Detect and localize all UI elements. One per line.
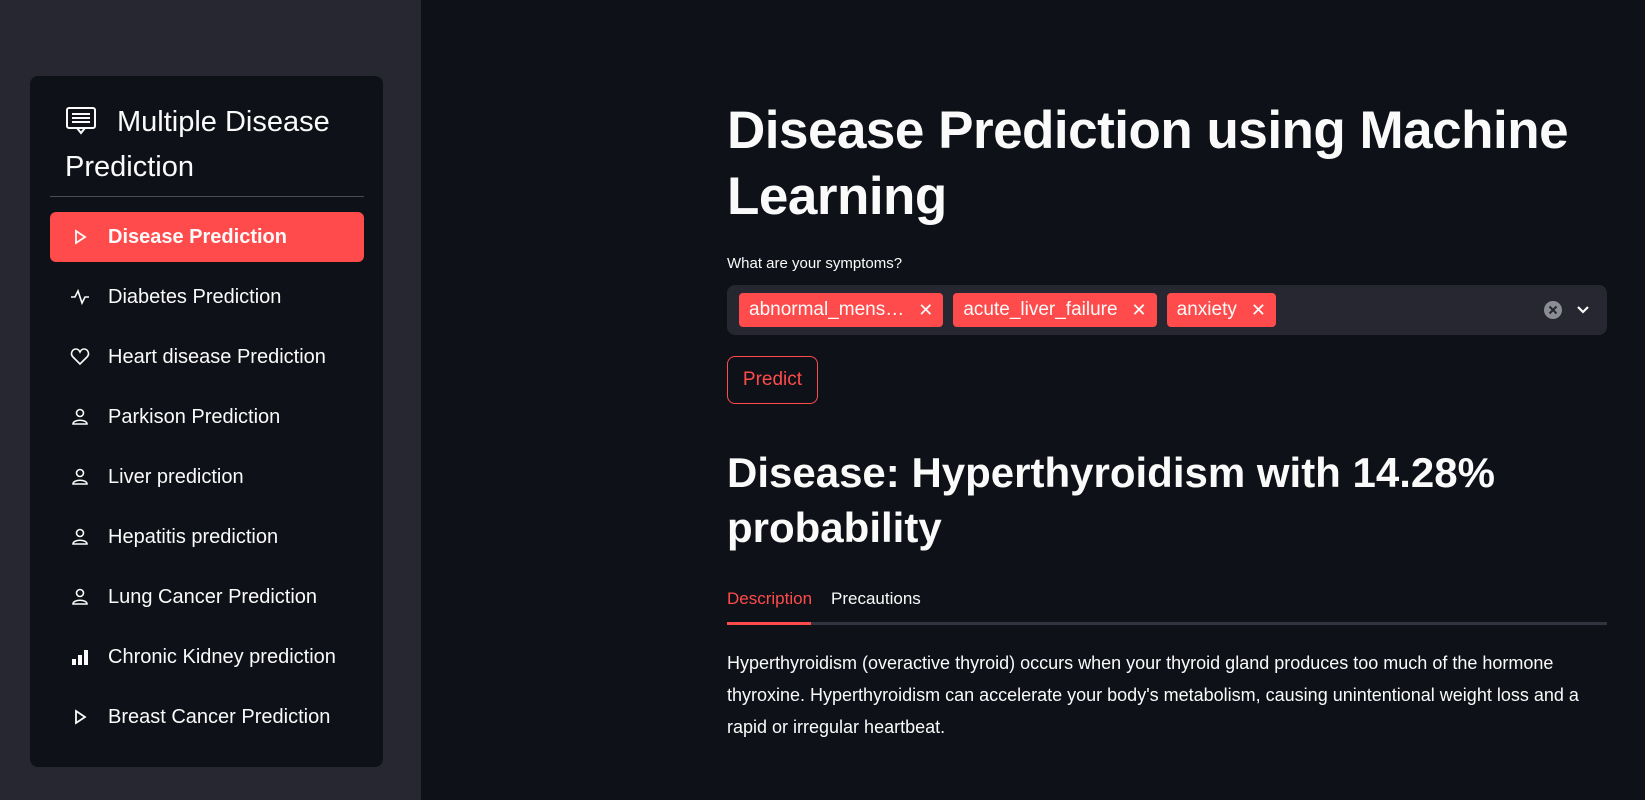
menu-title: Multiple Disease Prediction bbox=[65, 100, 365, 190]
person-icon bbox=[70, 527, 90, 547]
sidebar-item-lung-cancer-prediction[interactable]: Lung Cancer Prediction bbox=[50, 572, 364, 622]
result-tabs: Description Precautions bbox=[727, 585, 1607, 625]
page-title: Disease Prediction using Machine Learnin… bbox=[727, 101, 1569, 226]
symptom-tag-label: abnormal_mens… bbox=[749, 299, 905, 320]
sidebar-item-label: Lung Cancer Prediction bbox=[108, 585, 318, 608]
chevron-down-icon[interactable] bbox=[1573, 300, 1593, 320]
sidebar-item-diabetes-prediction[interactable]: Diabetes Prediction bbox=[50, 272, 364, 322]
menu-divider bbox=[50, 196, 364, 197]
sidebar-item-heart-disease-prediction[interactable]: Heart disease Prediction bbox=[50, 332, 364, 382]
person-icon bbox=[70, 467, 90, 487]
sidebar-item-label: Chronic Kidney prediction bbox=[108, 645, 336, 668]
heart-icon bbox=[70, 347, 90, 367]
symptom-tag-label: acute_liver_failure bbox=[963, 299, 1118, 320]
play-icon bbox=[70, 707, 90, 727]
clear-all-icon[interactable] bbox=[1543, 300, 1563, 320]
play-icon bbox=[70, 227, 90, 247]
sidebar-item-breast-cancer-prediction[interactable]: Breast Cancer Prediction bbox=[50, 692, 364, 742]
menu-title-text: Multiple Disease Prediction bbox=[65, 106, 330, 183]
sidebar-item-parkison-prediction[interactable]: Parkison Prediction bbox=[50, 392, 364, 442]
prediction-result: Disease: Hyperthyroidism with 14.28% pro… bbox=[727, 449, 1495, 551]
list-icon bbox=[66, 107, 96, 135]
predict-button[interactable]: Predict bbox=[727, 356, 818, 404]
disease-description: Hyperthyroidism (overactive thyroid) occ… bbox=[727, 653, 1579, 737]
sidebar: Multiple Disease Prediction Disease Pred… bbox=[0, 0, 421, 800]
sidebar-item-label: Diabetes Prediction bbox=[108, 285, 282, 308]
sidebar-item-label: Liver prediction bbox=[108, 465, 244, 488]
remove-tag-icon[interactable]: ✕ bbox=[918, 300, 933, 321]
tab-precautions[interactable]: Precautions bbox=[831, 585, 921, 625]
remove-tag-icon[interactable]: ✕ bbox=[1132, 300, 1147, 321]
sidebar-item-liver-prediction[interactable]: Liver prediction bbox=[50, 452, 364, 502]
symptom-tag: anxiety ✕ bbox=[1166, 293, 1276, 327]
remove-tag-icon[interactable]: ✕ bbox=[1251, 300, 1266, 321]
symptoms-label: What are your symptoms? bbox=[727, 255, 903, 272]
sidebar-item-disease-prediction[interactable]: Disease Prediction bbox=[50, 212, 364, 262]
person-icon bbox=[70, 407, 90, 427]
nav-menu: Multiple Disease Prediction Disease Pred… bbox=[30, 76, 383, 767]
symptoms-multiselect[interactable]: abnormal_mens… ✕ acute_liver_failure ✕ a… bbox=[727, 285, 1607, 335]
sidebar-item-label: Breast Cancer Prediction bbox=[108, 705, 331, 728]
sidebar-item-label: Heart disease Prediction bbox=[108, 345, 326, 368]
tab-description[interactable]: Description bbox=[727, 585, 812, 625]
sidebar-item-label: Disease Prediction bbox=[108, 225, 287, 248]
sidebar-item-chronic-kidney-prediction[interactable]: Chronic Kidney prediction bbox=[50, 632, 364, 682]
activity-icon bbox=[70, 287, 90, 307]
symptom-tag: abnormal_mens… ✕ bbox=[739, 293, 944, 327]
bar-chart-icon bbox=[70, 647, 90, 667]
sidebar-item-label: Hepatitis prediction bbox=[108, 525, 279, 548]
person-icon bbox=[70, 587, 90, 607]
sidebar-item-label: Parkison Prediction bbox=[108, 405, 281, 428]
symptom-tag: acute_liver_failure ✕ bbox=[953, 293, 1157, 327]
symptom-tag-label: anxiety bbox=[1176, 299, 1237, 320]
sidebar-item-hepatitis-prediction[interactable]: Hepatitis prediction bbox=[50, 512, 364, 562]
